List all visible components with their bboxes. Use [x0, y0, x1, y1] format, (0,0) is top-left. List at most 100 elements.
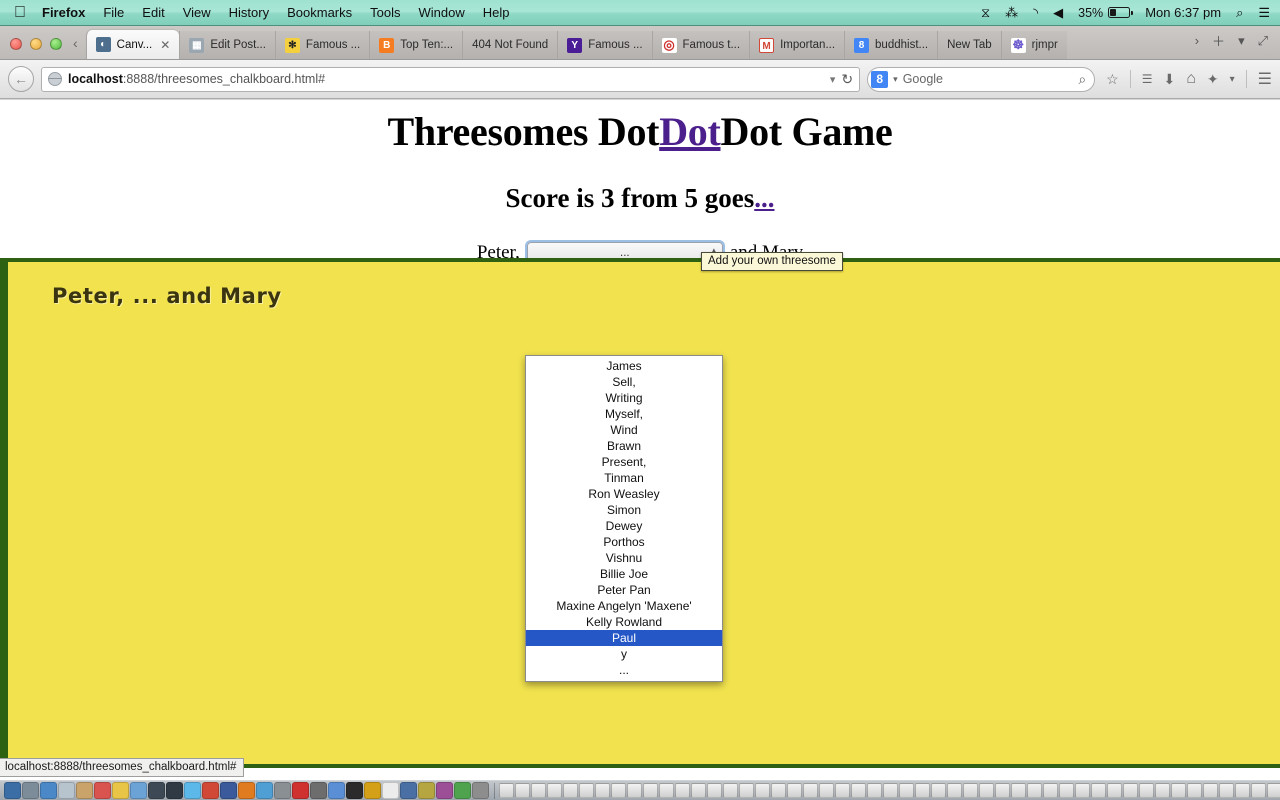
dock-app-icon[interactable]	[454, 782, 471, 799]
dock-minimized-window[interactable]	[1267, 783, 1280, 798]
dock-minimized-window[interactable]	[963, 783, 978, 798]
minimize-window-button[interactable]	[30, 38, 42, 50]
dock-minimized-window[interactable]	[1171, 783, 1186, 798]
dropdown-option[interactable]: Dewey	[526, 518, 722, 534]
dock-minimized-window[interactable]	[547, 783, 562, 798]
tab-list-icon[interactable]: ▾	[1238, 33, 1245, 49]
dock-minimized-window[interactable]	[739, 783, 754, 798]
dropdown-option[interactable]: Billie Joe	[526, 566, 722, 582]
dock-minimized-window[interactable]	[723, 783, 738, 798]
dock-app-icon[interactable]	[76, 782, 93, 799]
dropdown-option[interactable]: Wind	[526, 422, 722, 438]
dock-app-icon[interactable]	[202, 782, 219, 799]
dropdown-option[interactable]: Present,	[526, 454, 722, 470]
dock-minimized-window[interactable]	[1219, 783, 1234, 798]
dropdown-option[interactable]: James	[526, 358, 722, 374]
dock-minimized-window[interactable]	[915, 783, 930, 798]
dock-app-icon[interactable]	[310, 782, 327, 799]
bluetooth-icon[interactable]: ⁂	[1005, 5, 1018, 21]
menu-item-tools[interactable]: Tools	[370, 5, 400, 20]
dock-minimized-window[interactable]	[659, 783, 674, 798]
dock-app-icon[interactable]	[184, 782, 201, 799]
dock-minimized-window[interactable]	[1107, 783, 1122, 798]
dock-app-icon[interactable]	[418, 782, 435, 799]
home-icon[interactable]: ⌂	[1186, 70, 1196, 88]
dropdown-option[interactable]: Maxine Angelyn 'Maxene'	[526, 598, 722, 614]
search-engine-google-icon[interactable]: 8	[871, 70, 889, 88]
dock-minimized-window[interactable]	[1043, 783, 1058, 798]
dropdown-option[interactable]: Vishnu	[526, 550, 722, 566]
dock-minimized-window[interactable]	[787, 783, 802, 798]
dock-app-icon[interactable]	[328, 782, 345, 799]
addon-icon[interactable]: ✦	[1207, 71, 1219, 88]
browser-tab-1[interactable]: ▦ Edit Post...	[179, 31, 275, 59]
dock-app-icon[interactable]	[40, 782, 57, 799]
downloads-icon[interactable]: ⬇	[1163, 71, 1175, 88]
time-machine-icon[interactable]: ⧖	[981, 5, 990, 21]
dock-minimized-window[interactable]	[1091, 783, 1106, 798]
dock-minimized-window[interactable]	[755, 783, 770, 798]
dropdown-option[interactable]: Myself,	[526, 406, 722, 422]
back-button[interactable]: ←	[8, 66, 34, 92]
dock-minimized-window[interactable]	[899, 783, 914, 798]
dock-minimized-window[interactable]	[1203, 783, 1218, 798]
dock-minimized-window[interactable]	[835, 783, 850, 798]
dock-app-icon[interactable]	[58, 782, 75, 799]
menu-item-help[interactable]: Help	[483, 5, 510, 20]
dock-minimized-window[interactable]	[531, 783, 546, 798]
dock-minimized-window[interactable]	[851, 783, 866, 798]
menu-item-view[interactable]: View	[183, 5, 211, 20]
tab-close-icon[interactable]: ✕	[160, 38, 170, 52]
browser-tab-5[interactable]: Y Famous ...	[557, 31, 652, 59]
dock-minimized-window[interactable]	[595, 783, 610, 798]
browser-tab-2[interactable]: ✻ Famous ...	[274, 31, 370, 59]
menu-hamburger-icon[interactable]: ☰	[1258, 69, 1272, 89]
reload-icon[interactable]: ↻	[841, 71, 853, 88]
dock-minimized-window[interactable]	[819, 783, 834, 798]
dropdown-option[interactable]: Brawn	[526, 438, 722, 454]
dock-app-icon[interactable]	[436, 782, 453, 799]
dock-app-icon[interactable]	[292, 782, 309, 799]
menu-item-history[interactable]: History	[229, 5, 269, 20]
dock-minimized-window[interactable]	[499, 783, 514, 798]
dock-minimized-window[interactable]	[1187, 783, 1202, 798]
browser-tab-4[interactable]: 404 Not Found	[462, 31, 558, 59]
dock-minimized-window[interactable]	[947, 783, 962, 798]
dock-minimized-window[interactable]	[867, 783, 882, 798]
dropdown-option[interactable]: ...	[526, 662, 722, 678]
fullscreen-icon[interactable]: ⤢	[1258, 33, 1268, 49]
overflow-icon[interactable]: ▾	[1230, 74, 1235, 85]
menu-item-firefox[interactable]: Firefox	[42, 5, 85, 20]
dropdown-option[interactable]: Peter Pan	[526, 582, 722, 598]
dock-minimized-window[interactable]	[883, 783, 898, 798]
dock-app-icon[interactable]	[130, 782, 147, 799]
search-magnifier-icon[interactable]: ⌕	[1078, 71, 1086, 88]
menu-item-edit[interactable]: Edit	[142, 5, 164, 20]
dock-app-icon[interactable]	[220, 782, 237, 799]
dock-minimized-window[interactable]	[931, 783, 946, 798]
select-dropdown-popup[interactable]: James Sell, Writing Myself, Wind Brawn P…	[525, 355, 723, 682]
url-bar[interactable]: localhost:8888/threesomes_chalkboard.htm…	[41, 66, 861, 92]
menu-bar-clock[interactable]: Mon 6:37 pm	[1145, 5, 1221, 20]
volume-icon[interactable]: ◀	[1053, 5, 1063, 21]
tab-overflow-icon[interactable]: ›	[1195, 33, 1199, 48]
dock-minimized-window[interactable]	[771, 783, 786, 798]
dock-app-icon[interactable]	[94, 782, 111, 799]
close-window-button[interactable]	[10, 38, 22, 50]
dock-app-icon[interactable]	[238, 782, 255, 799]
dock-minimized-window[interactable]	[515, 783, 530, 798]
notification-center-icon[interactable]: ☰	[1258, 5, 1270, 21]
dropdown-option-selected[interactable]: Paul	[526, 630, 722, 646]
browser-tab-10[interactable]: ☸ rjmpr	[1000, 31, 1067, 59]
tab-scroll-left-icon[interactable]: ‹	[71, 36, 86, 59]
browser-tab-6[interactable]: ◎ Famous t...	[651, 31, 750, 59]
browser-tab-3[interactable]: B Top Ten:...	[369, 31, 463, 59]
browser-tab-0[interactable]: ◐ Canv... ✕	[85, 30, 180, 59]
menu-item-file[interactable]: File	[103, 5, 124, 20]
browser-tab-7[interactable]: M Importan...	[749, 31, 845, 59]
add-threesome-link[interactable]: Dot	[659, 109, 721, 154]
search-bar[interactable]: 8 ▾ Google ⌕	[867, 66, 1096, 92]
browser-tab-8[interactable]: 8 buddhist...	[844, 31, 938, 59]
dock-minimized-window[interactable]	[979, 783, 994, 798]
dock-app-icon[interactable]	[4, 782, 21, 799]
